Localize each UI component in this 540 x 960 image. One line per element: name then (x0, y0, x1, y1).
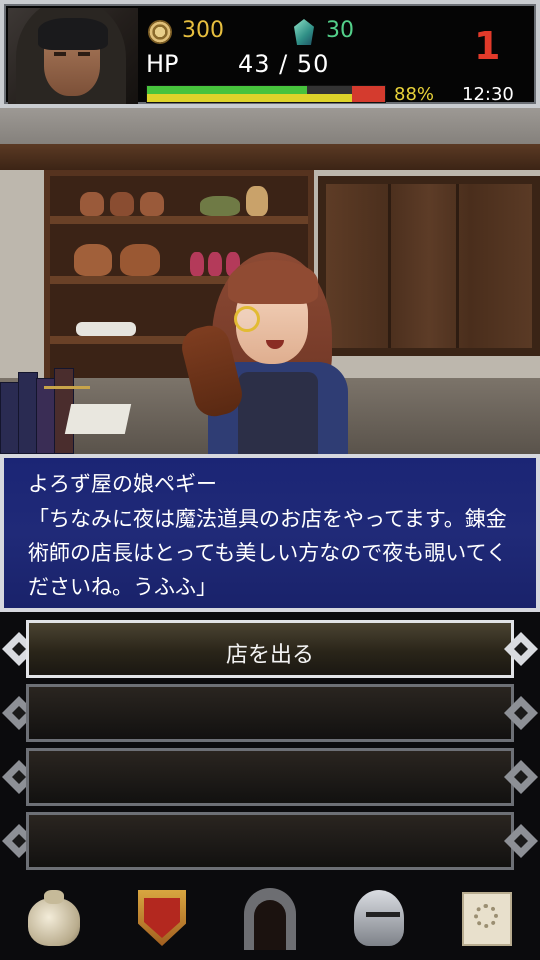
hp-bar-fill-yellow (147, 94, 352, 102)
hp-bar-loss (352, 86, 385, 102)
nav-character[interactable] (346, 884, 410, 950)
gem-count: 30 (326, 18, 354, 43)
bag-icon (28, 898, 80, 946)
hp-value: 43 / 50 (238, 50, 330, 78)
open-ledger (64, 404, 132, 434)
menu-slot-3[interactable] (26, 748, 514, 806)
book (18, 372, 38, 454)
jar (110, 192, 134, 216)
door-seam (456, 184, 459, 348)
dialogue-text: 「ちなみに夜は魔法道具のお店をやってます。錬金術師の店長はとっても美しい方なので… (28, 507, 508, 599)
clock: 12:30 (462, 84, 514, 105)
status-panel: 300 30 1 HP 43 / 50 88% 12:30 (4, 4, 536, 105)
plate-stack (76, 322, 136, 336)
menu-item-label: 店を出る (225, 643, 314, 668)
jar (80, 192, 104, 216)
dialogue-box[interactable]: よろず屋の娘ペギー 「ちなみに夜は魔法道具のお店をやってます。錬金術師の店長はと… (0, 454, 540, 612)
hp-bar (146, 85, 386, 103)
level-number: 1 (474, 24, 501, 68)
door-seam (388, 184, 391, 348)
nav-inventory[interactable] (22, 884, 86, 950)
shopkeeper-peggy[interactable] (172, 248, 362, 454)
status-bar: 300 30 1 HP 43 / 50 88% 12:30 (0, 0, 540, 108)
nav-dungeon[interactable] (238, 884, 302, 950)
hp-bar-fill-green (147, 86, 307, 94)
bottom-nav (0, 878, 540, 960)
hp-percent: 88% (394, 84, 435, 105)
menu-slot-2[interactable] (26, 684, 514, 742)
peggy-apron (238, 372, 318, 454)
hp-label: HP (146, 50, 179, 78)
gold-count: 300 (182, 18, 224, 43)
leave-shop-button[interactable]: 店を出る (26, 620, 514, 678)
hero-portrait[interactable] (8, 8, 138, 104)
shelf-plank (50, 216, 308, 224)
pot (74, 244, 112, 276)
jar (140, 192, 164, 216)
speaker-name: よろず屋の娘ペギー (28, 472, 217, 496)
choice-menu: 店を出る (0, 616, 540, 878)
hero-hair (38, 18, 108, 50)
ceiling-beam (0, 144, 540, 170)
bag-tie (44, 890, 64, 904)
hero-eye (78, 52, 90, 56)
nav-equipment[interactable] (130, 884, 194, 950)
gear-icon (474, 904, 498, 928)
book (0, 382, 20, 454)
gem-icon (294, 19, 314, 45)
shop-scene (0, 108, 540, 454)
hero-eye (54, 52, 66, 56)
monocle-icon (234, 306, 260, 332)
ceiling (0, 108, 540, 144)
helmet-icon (354, 890, 404, 946)
helmet-visor (366, 912, 400, 917)
pot (120, 244, 160, 276)
nav-settings[interactable] (454, 884, 518, 950)
menu-slot-4[interactable] (26, 812, 514, 870)
doorway-opening (254, 900, 286, 950)
coin-icon (148, 20, 172, 44)
sack (200, 196, 240, 216)
lantern (246, 186, 268, 216)
peggy-bangs (228, 260, 318, 304)
